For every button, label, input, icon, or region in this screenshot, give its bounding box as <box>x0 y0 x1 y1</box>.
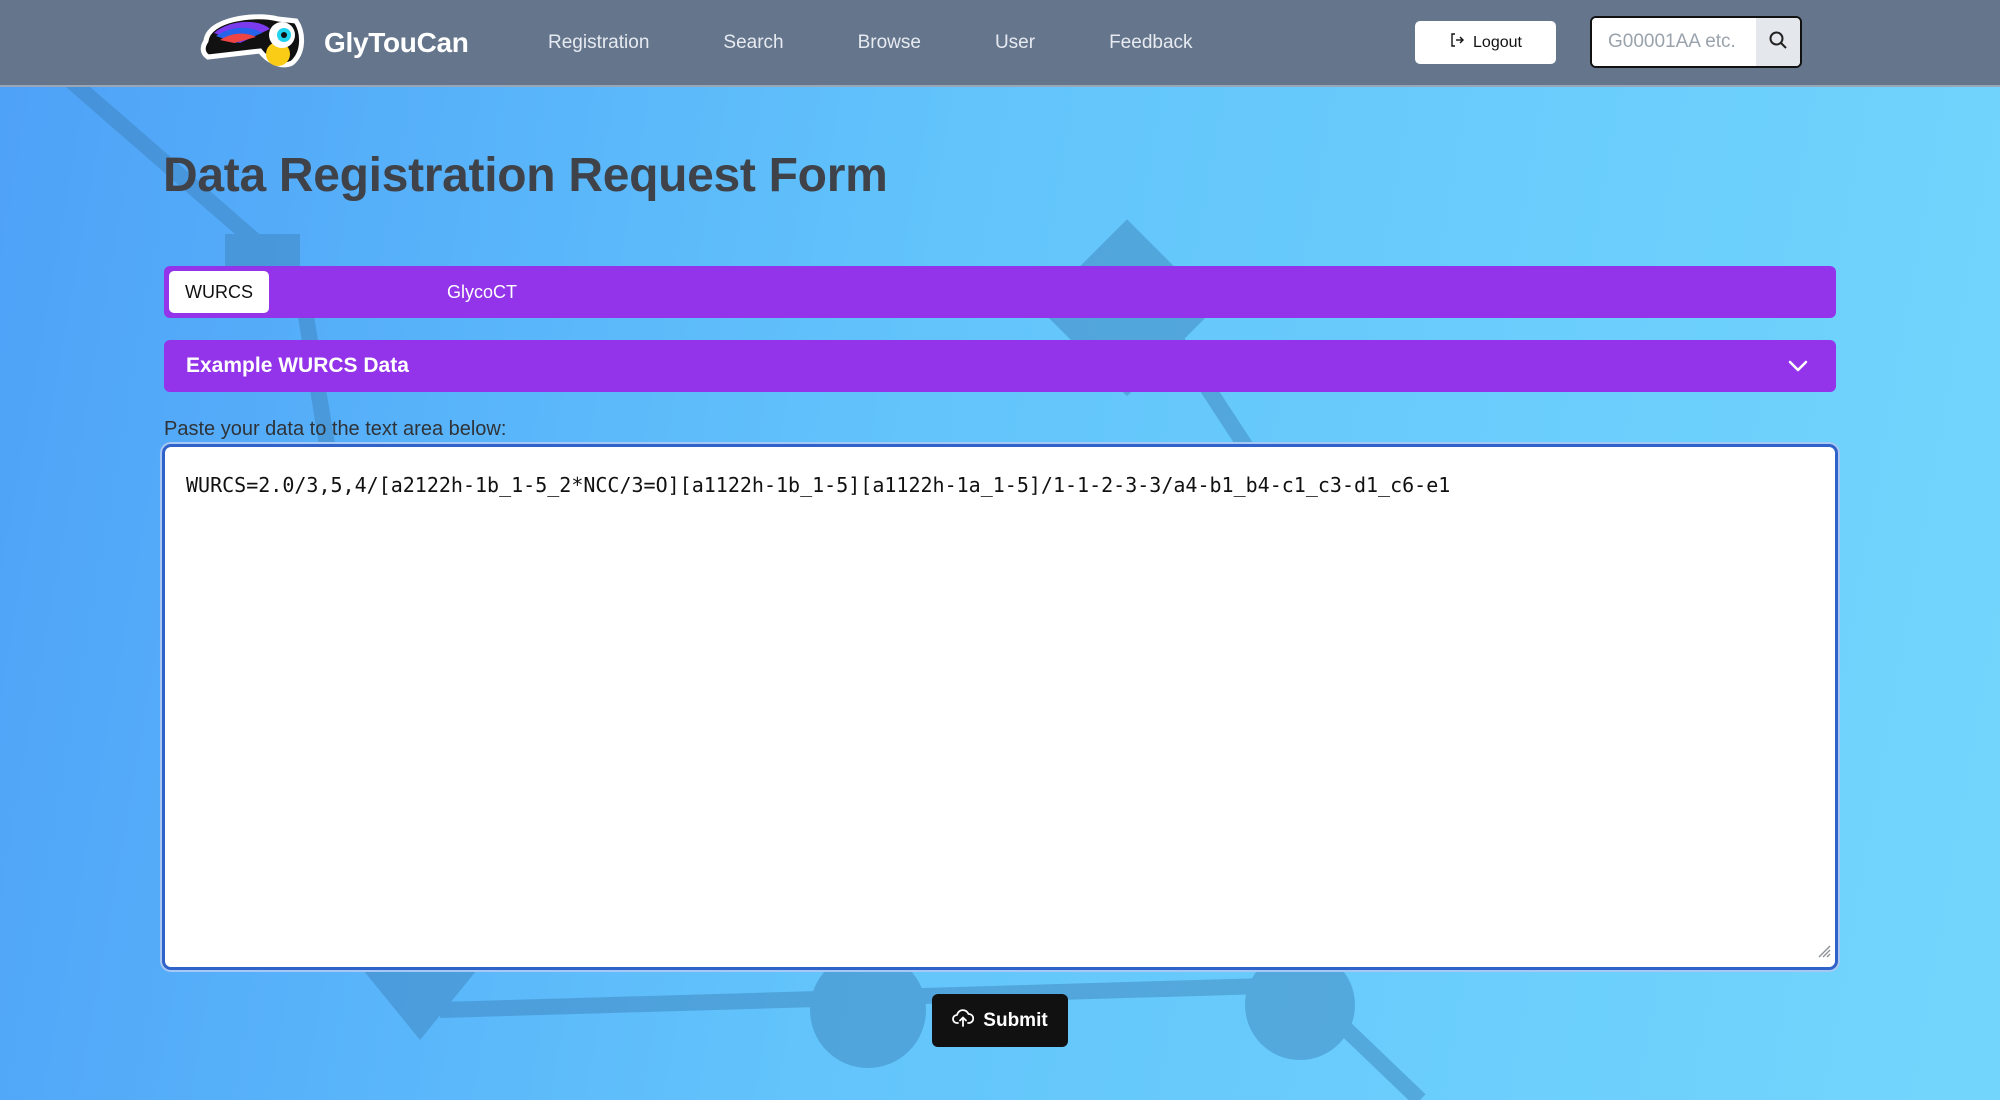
nav-link-search[interactable]: Search <box>723 32 783 54</box>
resize-handle-icon[interactable] <box>1815 942 1831 963</box>
chevron-down-icon <box>1786 355 1810 382</box>
logout-button[interactable]: Logout <box>1415 21 1556 64</box>
logout-icon <box>1449 32 1473 53</box>
accordion-title: Example WURCS Data <box>186 354 409 377</box>
example-data-accordion[interactable]: Example WURCS Data <box>164 340 1836 392</box>
nav-links: Registration Search Browse User Feedback <box>548 0 1267 85</box>
search-input[interactable] <box>1592 18 1756 66</box>
logout-label: Logout <box>1473 33 1522 51</box>
tab-wurcs[interactable]: WURCS <box>169 271 269 313</box>
cloud-upload-icon <box>952 1008 983 1034</box>
search-box <box>1590 16 1802 68</box>
submit-label: Submit <box>983 1009 1048 1031</box>
brand-name: GlyTouCan <box>324 27 469 58</box>
brand[interactable]: GlyTouCan <box>200 8 469 78</box>
paste-instruction-label: Paste your data to the text area below: <box>164 418 507 440</box>
nav-link-feedback[interactable]: Feedback <box>1109 32 1192 54</box>
search-icon <box>1768 30 1788 55</box>
nav-link-browse[interactable]: Browse <box>858 32 921 54</box>
page-title: Data Registration Request Form <box>163 149 888 202</box>
tab-glycoct[interactable]: GlycoCT <box>447 271 517 313</box>
nav-link-registration[interactable]: Registration <box>548 32 649 54</box>
data-textarea[interactable]: WURCS=2.0/3,5,4/[a2122h-1b_1-5_2*NCC/3=O… <box>165 447 1835 967</box>
data-textarea-container: WURCS=2.0/3,5,4/[a2122h-1b_1-5_2*NCC/3=O… <box>162 444 1838 970</box>
submit-button[interactable]: Submit <box>932 994 1068 1047</box>
search-button[interactable] <box>1756 18 1800 66</box>
nav-link-user[interactable]: User <box>995 32 1035 54</box>
main-content: Data Registration Request Form WURCS Gly… <box>0 0 2000 1100</box>
format-tab-bar: WURCS GlycoCT <box>164 266 1836 318</box>
top-navbar: GlyTouCan Registration Search Browse Use… <box>0 0 2000 87</box>
toucan-logo-icon <box>200 9 312 78</box>
